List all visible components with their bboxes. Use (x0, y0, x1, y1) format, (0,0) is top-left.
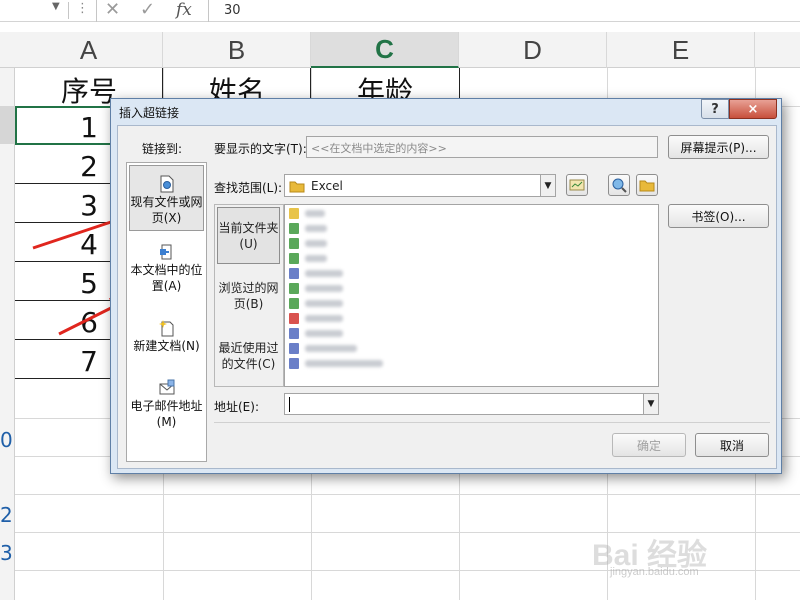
browse-web-button[interactable] (566, 174, 588, 196)
link-type-this-document[interactable]: 本文档中的位置(A) (129, 241, 204, 307)
folder-icon (289, 181, 305, 192)
link-type-label: 新建文档(N) (133, 339, 200, 353)
column-header-c[interactable]: C (311, 32, 459, 68)
file-icon (289, 358, 299, 369)
name-box-dropdown-icon[interactable]: ▼ (52, 1, 60, 12)
link-type-sidebar: 现有文件或网页(X) 本文档中的位置(A) 新建文档(N) 电子邮件地址(M) (126, 162, 207, 462)
row-number-fragment: 2 (0, 503, 13, 527)
text-to-display-input[interactable]: <<在文档中选定的内容>> (306, 136, 658, 158)
row-number-fragment: 0 (0, 428, 13, 452)
file-icon (289, 328, 299, 339)
file-icon (289, 208, 299, 219)
screentip-button[interactable]: 屏幕提示(P)... (668, 135, 769, 159)
browse-file-button[interactable] (636, 174, 658, 196)
open-folder-icon (639, 180, 655, 192)
row-number-fragment: 3 (0, 541, 13, 565)
web-file-icon (160, 175, 173, 193)
list-item[interactable] (289, 312, 343, 325)
link-type-label: 现有文件或网页(X) (130, 195, 203, 225)
file-list[interactable] (284, 204, 659, 387)
file-icon (289, 313, 299, 324)
list-item[interactable] (289, 342, 357, 355)
baidu-watermark-url: jingyan.baidu.com (610, 566, 699, 578)
file-icon (289, 238, 299, 249)
row-header-active (0, 106, 15, 144)
close-button[interactable]: × (729, 99, 777, 119)
list-item[interactable] (289, 207, 325, 220)
file-icon (289, 253, 299, 264)
chevron-down-icon[interactable]: ▼ (540, 175, 555, 196)
look-in-label: 查找范围(L): (214, 181, 283, 195)
confirm-entry-icon[interactable]: ✓ (140, 0, 155, 20)
column-header-a[interactable]: A (15, 32, 163, 68)
nav-tab-recent-files[interactable]: 最近使用过的文件(C) (217, 329, 280, 383)
ok-button[interactable]: 确定 (612, 433, 686, 457)
look-in-dropdown[interactable]: Excel ▼ (284, 174, 556, 197)
list-item[interactable] (289, 297, 343, 310)
column-header-d[interactable]: D (459, 32, 607, 68)
address-label: 地址(E): (214, 400, 259, 414)
file-icon (289, 343, 299, 354)
column-header-bar: A B C D E (0, 32, 800, 68)
list-item[interactable] (289, 357, 383, 370)
cancel-entry-icon[interactable]: ✕ (105, 0, 120, 20)
look-in-value: Excel (311, 178, 343, 193)
link-type-label: 电子邮件地址(M) (130, 399, 203, 429)
formula-value[interactable]: 30 (224, 3, 241, 18)
bookmark-button[interactable]: 书签(O)... (668, 204, 769, 228)
browse-web-icon (569, 179, 585, 191)
formula-bar: ▼ ⋮ ✕ ✓ fx 30 (0, 0, 800, 22)
email-icon (159, 379, 174, 395)
insert-function-icon[interactable]: fx (176, 0, 192, 20)
formula-bar-divider (208, 0, 209, 22)
link-to-label: 链接到: (142, 142, 183, 156)
browse-nav-panel: 当前文件夹(U) 浏览过的网页(B) 最近使用过的文件(C) (214, 204, 284, 387)
list-item[interactable] (289, 282, 343, 295)
file-icon (289, 223, 299, 234)
link-type-new-document[interactable]: 新建文档(N) (129, 317, 204, 373)
text-to-display-label: 要显示的文字(T): (214, 142, 307, 156)
divider (214, 422, 770, 423)
list-item[interactable] (289, 252, 327, 265)
formula-bar-divider (68, 2, 69, 19)
insert-hyperlink-dialog: 插入超链接 ? × 链接到: 现有文件或网页(X) 本文档中的位置(A) 新建文… (110, 98, 782, 474)
text-cursor (289, 396, 290, 412)
nav-tab-current-folder[interactable]: 当前文件夹(U) (217, 207, 280, 264)
link-type-label: 本文档中的位置(A) (130, 263, 203, 293)
address-input[interactable]: ▼ (284, 393, 659, 415)
file-icon (289, 283, 299, 294)
cancel-button[interactable]: 取消 (695, 433, 769, 457)
search-web-button[interactable] (608, 174, 630, 196)
list-item[interactable] (289, 267, 343, 280)
link-type-email[interactable]: 电子邮件地址(M) (129, 377, 204, 443)
more-options-icon: ⋮ (76, 1, 89, 16)
list-item[interactable] (289, 222, 327, 235)
list-item[interactable] (289, 327, 343, 340)
formula-bar-divider (96, 0, 97, 22)
grid-line (15, 494, 800, 495)
dialog-title: 插入超链接 (119, 106, 180, 120)
file-icon (289, 298, 299, 309)
chevron-down-icon[interactable]: ▼ (643, 394, 658, 414)
column-header-e[interactable]: E (607, 32, 755, 68)
dialog-body: 链接到: 现有文件或网页(X) 本文档中的位置(A) 新建文档(N) 电子邮件地… (117, 125, 777, 469)
file-icon (289, 268, 299, 279)
column-header-b[interactable]: B (163, 32, 311, 68)
search-globe-icon (612, 178, 627, 193)
nav-tab-browsed-pages[interactable]: 浏览过的网页(B) (217, 269, 280, 323)
new-document-icon (158, 320, 173, 337)
document-place-icon (159, 244, 171, 260)
help-button[interactable]: ? (701, 99, 729, 119)
list-item[interactable] (289, 237, 327, 250)
link-type-existing-file[interactable]: 现有文件或网页(X) (129, 165, 204, 231)
